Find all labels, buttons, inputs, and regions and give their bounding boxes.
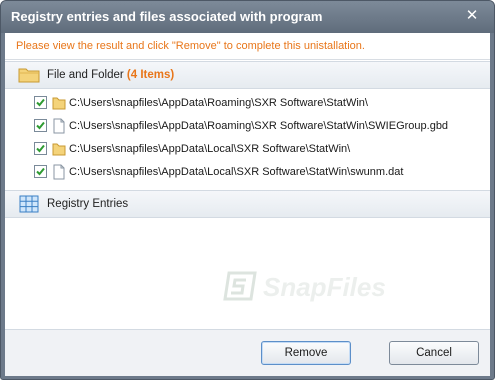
list-item: C:\Users\snapfiles\AppData\Roaming\SXR S…	[5, 116, 490, 136]
list-item: C:\Users\snapfiles\AppData\Local\SXR Sof…	[5, 162, 490, 182]
item-checkbox[interactable]	[34, 119, 47, 132]
checkmark-icon	[36, 167, 45, 176]
file-folder-section-header[interactable]: File and Folder (4 Items)	[5, 61, 490, 89]
item-checkbox[interactable]	[34, 142, 47, 155]
item-path: C:\Users\snapfiles\AppData\Roaming\SXR S…	[69, 97, 368, 109]
checkmark-icon	[36, 144, 45, 153]
item-path: C:\Users\snapfiles\AppData\Local\SXR Sof…	[69, 143, 351, 155]
folder-icon	[18, 68, 40, 83]
section-label: File and Folder (4 Items)	[47, 69, 175, 81]
item-path: C:\Users\snapfiles\AppData\Roaming\SXR S…	[69, 120, 449, 132]
watermark-logo-icon	[223, 271, 257, 301]
grid-icon	[19, 195, 39, 213]
list-item: C:\Users\snapfiles\AppData\Roaming\SXR S…	[5, 93, 490, 113]
divider	[5, 59, 490, 60]
window-title: Registry entries and files associated wi…	[11, 9, 323, 24]
cancel-button[interactable]: Cancel	[389, 341, 479, 365]
snapfiles-watermark: SnapFiles	[221, 269, 421, 305]
item-checkbox[interactable]	[34, 165, 47, 178]
close-icon: ✕	[465, 7, 479, 24]
item-count: (4 Items)	[126, 69, 175, 81]
file-icon	[53, 118, 65, 134]
remove-button[interactable]: Remove	[261, 341, 351, 365]
uninstall-dialog: Registry entries and files associated wi…	[0, 0, 495, 380]
item-checkbox[interactable]	[34, 96, 47, 109]
title-bar[interactable]: Registry entries and files associated wi…	[1, 1, 494, 33]
watermark-text: SnapFiles	[263, 272, 386, 302]
dialog-footer: Remove Cancel	[5, 329, 490, 376]
folder-icon	[52, 143, 66, 156]
item-path: C:\Users\snapfiles\AppData\Local\SXR Sof…	[69, 166, 404, 178]
registry-section-header[interactable]: Registry Entries	[5, 190, 490, 218]
checkmark-icon	[36, 98, 45, 107]
list-item: C:\Users\snapfiles\AppData\Local\SXR Sof…	[5, 139, 490, 159]
instruction-text: Please view the result and click "Remove…	[16, 40, 365, 52]
section-label: Registry Entries	[47, 198, 129, 210]
dialog-content: Please view the result and click "Remove…	[5, 33, 490, 376]
file-icon	[53, 164, 65, 180]
close-button[interactable]: ✕	[462, 6, 482, 26]
folder-icon	[52, 97, 66, 110]
checkmark-icon	[36, 121, 45, 130]
